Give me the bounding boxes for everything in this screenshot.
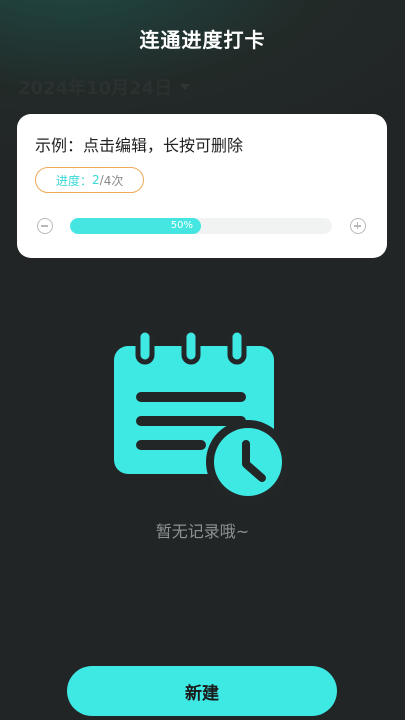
minus-circle-icon[interactable] [37,218,53,234]
progress-total: 4次 [103,173,124,188]
date-picker[interactable]: 2024年10月24日 [18,74,191,100]
plus-circle-icon[interactable] [350,218,366,234]
progress-label: 进度： [56,173,93,188]
checkin-card[interactable]: 示例：点击编辑，长按可删除 进度： 2 / 4次 50% [17,114,387,258]
page-title: 连通进度打卡 [139,28,266,52]
progress-percent: 50% [170,220,193,231]
progress-bar-fill: 50% [70,218,201,234]
progress-badge: 进度： 2 / 4次 [35,167,145,193]
card-title: 示例：点击编辑，长按可删除 [35,136,244,155]
new-button[interactable]: 新建 [67,666,337,716]
progress-done: 2 [92,173,100,187]
caret-down-icon [180,84,191,90]
notepad-clock-icon [114,328,290,504]
progress-bar: 50% [70,218,332,234]
date-value: 2024年10月24日 [18,78,173,99]
empty-state-text: 暂无记录哦~ [155,522,250,541]
